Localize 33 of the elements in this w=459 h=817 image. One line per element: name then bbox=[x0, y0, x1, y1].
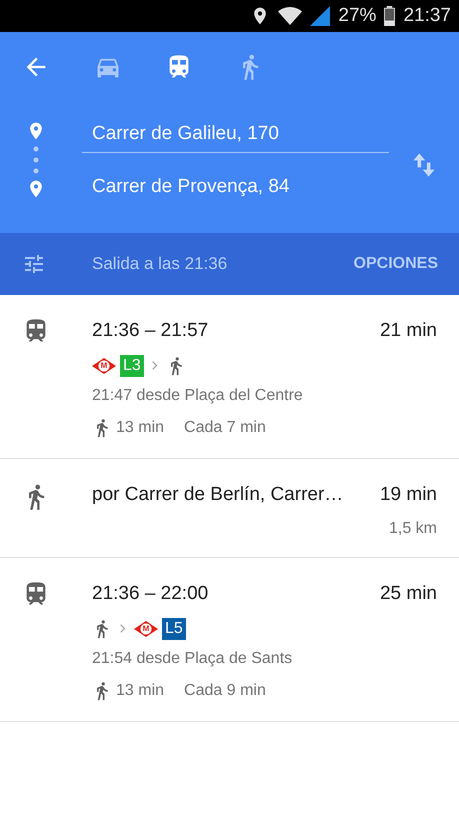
line-badge: L5 bbox=[162, 618, 186, 640]
walk-time: 13 min bbox=[116, 418, 164, 438]
route-distance: 1,5 km bbox=[388, 519, 437, 539]
route-duration: 25 min bbox=[380, 582, 437, 606]
metro-logo: M bbox=[92, 358, 116, 374]
departure-time[interactable]: Salida a las 21:36 bbox=[92, 251, 228, 277]
route-option[interactable]: por Carrer de Berlín, Carrer… 19 min 1,5 km bbox=[0, 458, 459, 558]
destination-field[interactable]: Carrer de Provença, 84 bbox=[92, 173, 389, 202]
route-times: 21:36 – 22:00 bbox=[92, 582, 208, 606]
departure-info: 21:47 desde Plaça del Centre bbox=[92, 386, 304, 406]
chevron-icon bbox=[152, 361, 158, 370]
route-duration: 21 min bbox=[380, 319, 437, 343]
clock: 21:37 bbox=[403, 4, 451, 28]
signal-icon bbox=[310, 6, 330, 26]
departure-info: 21:54 desde Plaça de Sants bbox=[92, 648, 294, 668]
frequency: Cada 7 min bbox=[184, 418, 266, 438]
route-option[interactable]: 21:36 – 21:57 21 min M L3 21:47 desde Plaça del Centre 13 min Cada 7 min bbox=[0, 295, 459, 458]
frequency: Cada 9 min bbox=[184, 680, 266, 700]
battery-icon bbox=[384, 6, 396, 26]
options-button[interactable]: OPCIONES bbox=[354, 252, 438, 276]
battery-percent: 27% bbox=[338, 4, 376, 28]
sliders-icon[interactable] bbox=[22, 252, 46, 276]
route-option[interactable]: 21:36 – 22:00 25 min M L5 21:54 desde Plaça de Sants 13 min Cada 9 min bbox=[0, 558, 459, 722]
route-duration: 19 min bbox=[380, 482, 437, 506]
wifi-icon bbox=[278, 6, 302, 26]
metro-logo: M bbox=[134, 620, 158, 636]
chevron-icon bbox=[120, 624, 126, 633]
walk-time: 13 min bbox=[116, 680, 164, 700]
route-via: por Carrer de Berlín, Carrer… bbox=[92, 482, 344, 506]
route-times: 21:36 – 21:57 bbox=[92, 319, 208, 343]
line-badge: L3 bbox=[120, 354, 144, 376]
dotted-line-icon bbox=[33, 145, 39, 175]
origin-field[interactable]: Carrer de Galileu, 170 bbox=[92, 120, 389, 160]
